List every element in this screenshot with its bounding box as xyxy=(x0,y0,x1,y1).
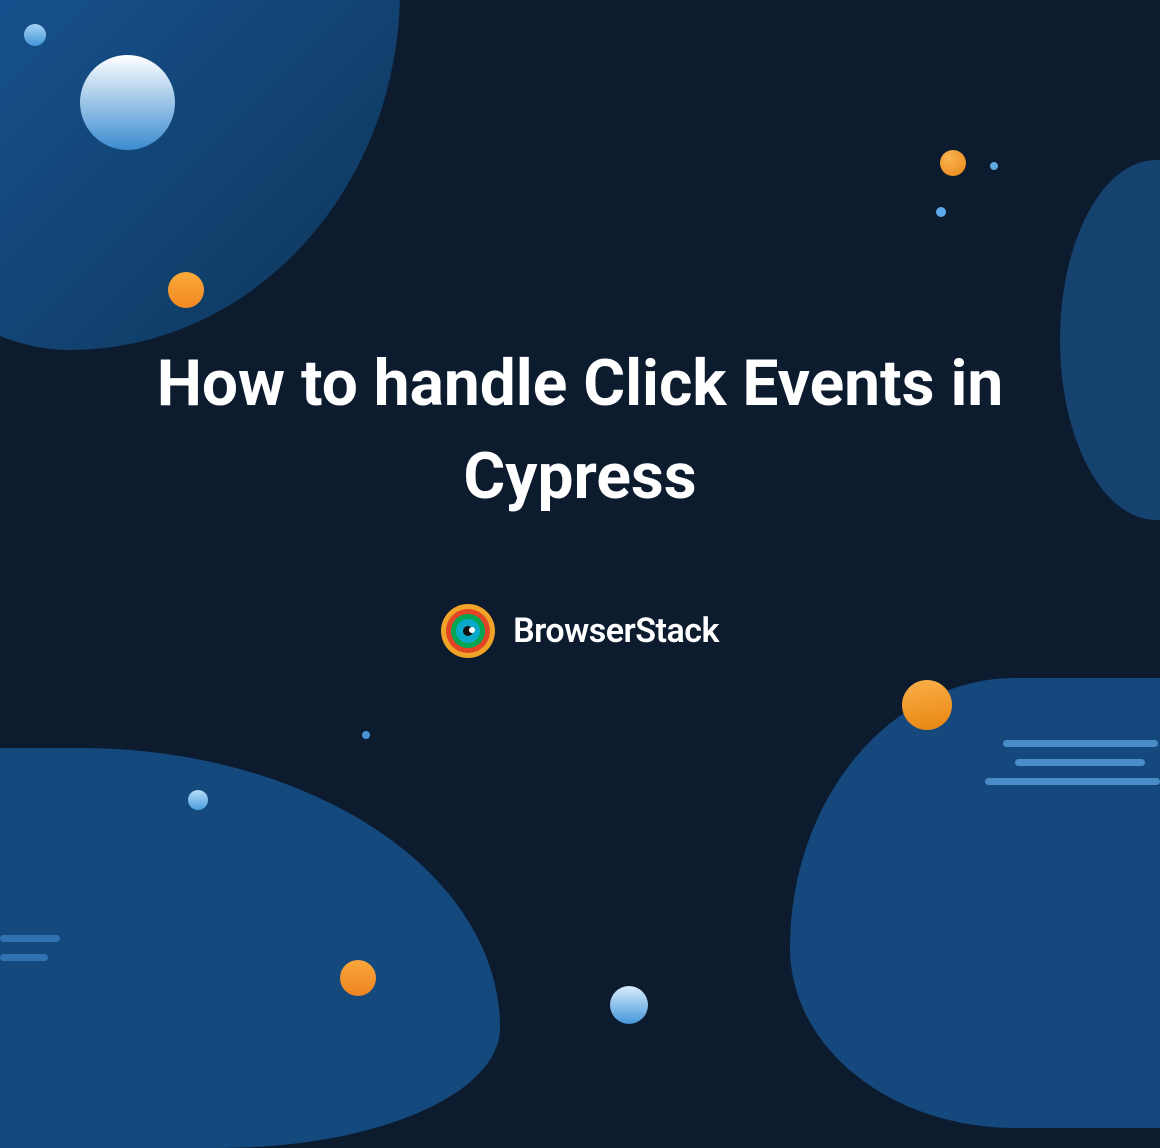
decorative-circle-icon xyxy=(340,960,376,996)
decorative-circle-icon xyxy=(990,162,998,170)
decorative-circle-icon xyxy=(80,55,175,150)
decorative-circle-icon xyxy=(188,790,208,810)
decorative-lines xyxy=(0,935,60,973)
blob-shape xyxy=(0,748,500,1148)
decorative-circle-icon xyxy=(940,150,966,176)
decorative-circle-icon xyxy=(902,680,952,730)
decorative-circle-icon xyxy=(168,272,204,308)
decorative-circle-icon xyxy=(610,986,648,1024)
decorative-circle-icon xyxy=(362,731,370,739)
brand-name: BrowserStack xyxy=(513,611,719,651)
page-title: How to handle Click Events in Cypress xyxy=(0,338,1160,524)
decorative-circle-icon xyxy=(24,24,46,46)
brand-logo: BrowserStack xyxy=(0,604,1160,658)
browserstack-logo-icon xyxy=(441,604,495,658)
decorative-lines xyxy=(975,740,1160,797)
decorative-circle-icon xyxy=(936,207,946,217)
